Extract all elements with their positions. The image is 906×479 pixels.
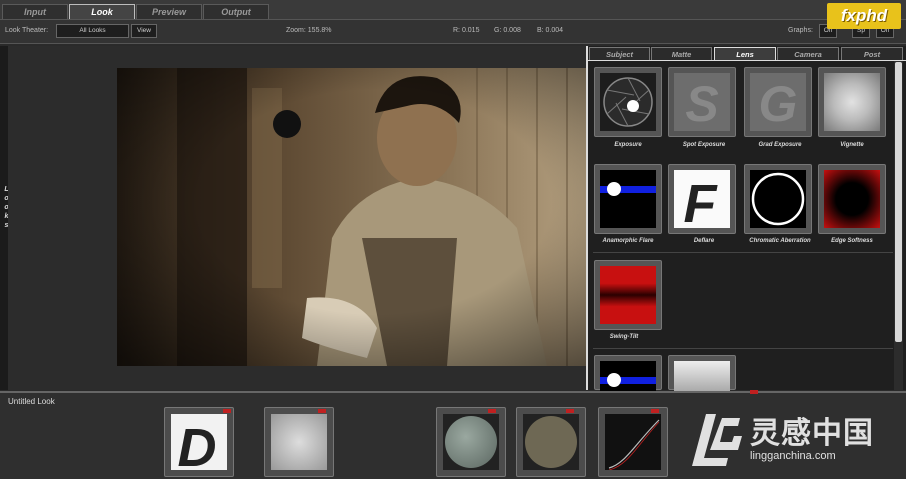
look-tool-vignette[interactable] (264, 407, 334, 477)
letter-f-icon: F (684, 174, 719, 228)
color-wheel-icon (445, 416, 497, 468)
zoom-readout: Zoom: 155.8% (286, 27, 332, 34)
vignette-icon (824, 73, 880, 131)
view-button[interactable]: View (131, 24, 157, 38)
toolbar: Look Theater: All Looks View Zoom: 155.8… (0, 20, 906, 44)
look-marker (750, 390, 758, 394)
anamorphic-flare-icon (600, 182, 656, 196)
vignette-tool[interactable] (818, 67, 886, 137)
tint-icon (525, 416, 577, 468)
panel-separator (593, 252, 893, 253)
fxphd-logo: fxphd (827, 3, 901, 29)
red-readout: R: 0.015 (453, 27, 480, 34)
look-tool-color-wheel[interactable] (436, 407, 506, 477)
green-readout: G: 0.008 (494, 27, 521, 34)
vignette-preset-tile[interactable] (668, 355, 736, 391)
look-tool-curve-marker (651, 409, 659, 413)
panel-separator-2 (593, 348, 893, 349)
tab-lens[interactable]: Lens (714, 47, 776, 60)
looks-side-label: Looks (0, 186, 10, 231)
grad-exposure-label: Grad Exposure (758, 142, 802, 148)
tab-output[interactable]: Output (203, 4, 269, 19)
main-tab-bar: Input Look Preview Output (0, 0, 906, 20)
grad-exposure-tool[interactable]: G (744, 67, 812, 137)
deflare-label: Deflare (693, 238, 715, 244)
tab-look[interactable]: Look (69, 4, 135, 19)
look-tool-tint-marker (566, 409, 574, 413)
tab-matte[interactable]: Matte (651, 47, 712, 60)
edge-softness-label: Edge Softness (831, 238, 873, 244)
viewer-image (117, 68, 586, 366)
watermark: 灵感中国 lingganchina.com (688, 408, 898, 472)
swing-tilt-icon (600, 266, 656, 324)
look-theater-label: Look Theater: (5, 27, 49, 34)
look-tool-tint[interactable] (516, 407, 586, 477)
spot-exposure-tool[interactable]: S (668, 67, 736, 137)
svg-text:D: D (178, 418, 217, 470)
swing-tilt-label: Swing-Tilt (609, 334, 639, 340)
deflare-tool[interactable]: F (668, 164, 736, 234)
look-title: Untitled Look (8, 397, 55, 406)
vignette-label: Vignette (840, 142, 864, 148)
svg-text:F: F (684, 174, 719, 228)
tab-input[interactable]: Input (2, 4, 68, 19)
letter-d-icon: D (178, 418, 217, 470)
svg-text:G: G (759, 76, 798, 131)
letter-s-icon: S (685, 76, 718, 131)
ring-icon (751, 172, 805, 226)
watermark-en: lingganchina.com (750, 450, 836, 462)
graphs-label: Graphs: (788, 27, 813, 34)
tab-camera[interactable]: Camera (777, 47, 839, 60)
tab-subject[interactable]: Subject (589, 47, 650, 60)
watermark-logo-icon (692, 414, 742, 466)
chromatic-aberration-label: Chromatic Aberration (749, 238, 811, 244)
sepia-photo-image (117, 68, 586, 366)
exposure-label: Exposure (614, 142, 642, 148)
look-tool-curve[interactable] (598, 407, 668, 477)
look-theater-select[interactable]: All Looks (56, 24, 129, 38)
vignette-preset-icon (674, 361, 730, 391)
chromatic-aberration-tool[interactable] (744, 164, 812, 234)
look-vignette-icon (271, 414, 327, 470)
look-tool-color-wheel-marker (488, 409, 496, 413)
svg-text:S: S (685, 76, 718, 131)
blue-readout: B: 0.004 (537, 27, 564, 34)
panel-tab-underline (588, 60, 906, 61)
tab-post[interactable]: Post (841, 47, 903, 60)
aperture-icon (603, 77, 653, 127)
look-tool-deflare-marker (223, 409, 231, 413)
anamorphic-flare-preset-icon (600, 373, 656, 387)
anamorphic-flare-label: Anamorphic Flare (602, 238, 654, 244)
watermark-cn: 灵感中国 (750, 417, 874, 450)
curve-icon (608, 419, 660, 470)
tab-preview[interactable]: Preview (136, 4, 202, 19)
swing-tilt-tool[interactable] (594, 260, 662, 330)
look-tool-deflare[interactable]: D (164, 407, 234, 477)
spot-exposure-label: Spot Exposure (682, 142, 726, 148)
panel-scrollbar-thumb[interactable] (895, 62, 902, 342)
edge-softness-icon (824, 170, 880, 228)
exposure-tool[interactable] (594, 67, 662, 137)
anamorphic-flare-preset-tile[interactable] (594, 355, 662, 391)
letter-g-icon: G (759, 76, 798, 131)
look-tool-vignette-marker (318, 409, 326, 413)
edge-softness-tool[interactable] (818, 164, 886, 234)
anamorphic-flare-tool[interactable] (594, 164, 662, 234)
